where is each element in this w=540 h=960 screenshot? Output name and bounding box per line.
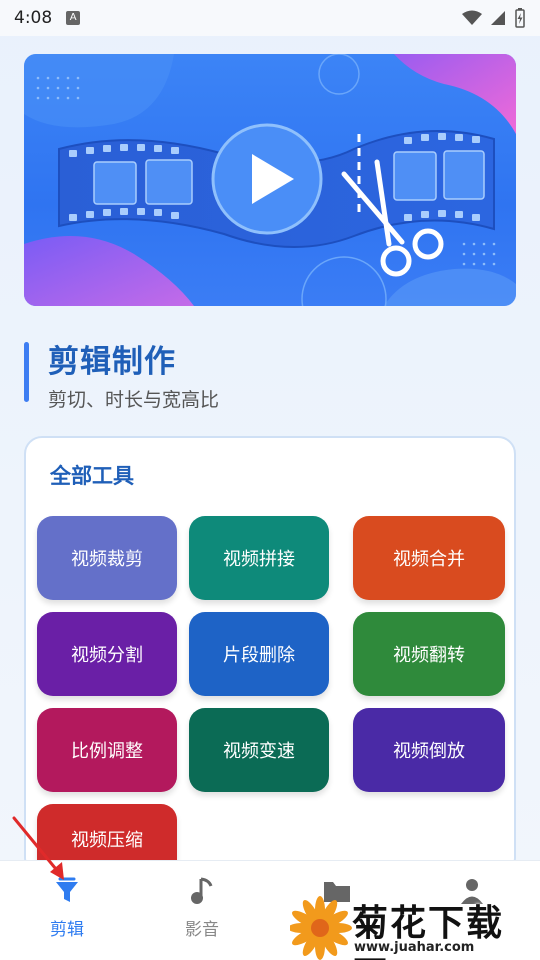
music-note-icon (191, 877, 213, 904)
nav-item-media[interactable]: 影音 (157, 873, 247, 940)
section-title: 剪辑制作 (48, 344, 176, 380)
tool-video-reverse-button[interactable]: 视频倒放 (353, 708, 505, 792)
tool-label: 视频裁剪 (71, 549, 143, 570)
tool-video-crop-button[interactable]: 视频裁剪 (37, 516, 177, 600)
chrysanthemum-logo-icon (290, 896, 352, 960)
battery-icon (515, 8, 525, 28)
tool-label: 视频翻转 (393, 645, 465, 666)
tool-label: 视频合并 (393, 549, 465, 570)
tool-ratio-adjust-button[interactable]: 比例调整 (37, 708, 177, 792)
watermark-url: www.juahar.com (354, 940, 475, 955)
nav-label: 剪辑 (50, 920, 84, 940)
section-accent-bar (24, 342, 29, 402)
tools-card: 全部工具 视频裁剪 视频拼接 视频合并 视频分割 片段删除 视频翻转 比例调整 … (24, 436, 516, 876)
nav-label: 影音 (185, 920, 219, 940)
tool-label: 视频倒放 (393, 741, 465, 762)
tools-title: 全部工具 (50, 464, 134, 488)
status-bar: 4:08 A (0, 0, 540, 36)
banner-video-editing[interactable] (24, 54, 516, 306)
tool-video-splice-button[interactable]: 视频拼接 (189, 516, 329, 600)
tool-video-flip-button[interactable]: 视频翻转 (353, 612, 505, 696)
tool-label: 片段删除 (223, 645, 295, 666)
banner-illustration (24, 54, 516, 306)
section-subtitle: 剪切、时长与宽高比 (48, 389, 220, 411)
pointer-arrow-icon (12, 816, 64, 880)
wifi-icon (462, 10, 482, 25)
notification-icon: A (66, 11, 81, 25)
tool-label: 视频变速 (223, 741, 295, 762)
watermark: 菊花下载网 www.juahar.com (290, 890, 540, 960)
tool-video-merge-button[interactable]: 视频合并 (353, 516, 505, 600)
tool-clip-delete-button[interactable]: 片段删除 (189, 612, 329, 696)
status-time: 4:08 (14, 8, 53, 28)
tool-label: 视频拼接 (223, 549, 295, 570)
tool-video-speed-button[interactable]: 视频变速 (189, 708, 329, 792)
tool-video-split-button[interactable]: 视频分割 (37, 612, 177, 696)
status-indicators (462, 8, 526, 28)
tool-label: 比例调整 (71, 741, 143, 762)
signal-icon (491, 11, 505, 25)
tool-label: 视频分割 (71, 645, 143, 666)
